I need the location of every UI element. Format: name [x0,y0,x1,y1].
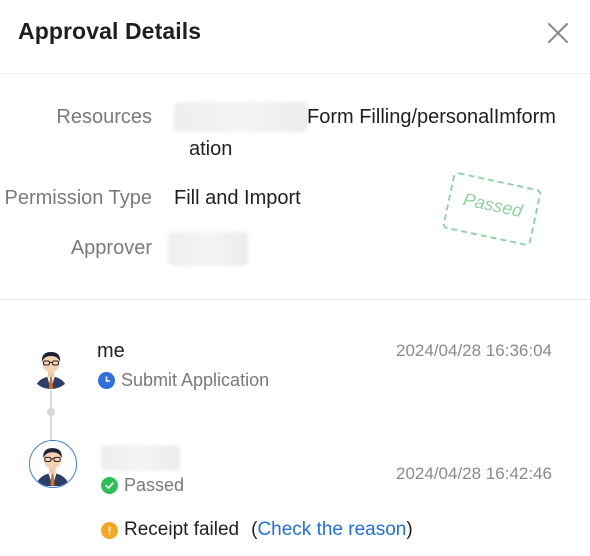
applicant-name: me [97,340,125,362]
redacted-approver-name [168,232,248,266]
approver-avatar [29,440,77,488]
approver-label: Approver [70,237,152,259]
dialog-title: Approval Details [18,18,202,44]
check-circle-icon [101,477,118,494]
redacted-resource-prefix [174,102,308,132]
check-reason-link[interactable]: Check the reason [257,519,406,541]
resources-value-line1: Form Filling/personalImform [307,106,556,128]
person-avatar-icon [29,345,73,389]
approval-status: Passed [101,475,184,496]
clock-icon [98,372,115,389]
approval-details-dialog: Approval Details Resources Form Filling/… [0,0,590,556]
resources-value-line2: ation [189,138,233,160]
close-icon[interactable] [545,20,571,46]
approval-timestamp: 2024/04/28 16:42:46 [396,464,552,483]
timeline-dot [47,408,55,416]
receipt-failed-text: Receipt failed [124,519,240,540]
submit-status-label: Submit Application [121,370,270,390]
warning-icon [101,521,118,539]
dialog-header: Approval Details [0,0,590,74]
resources-label: Resources [56,106,152,128]
close-paren: ) [406,519,413,540]
permission-type-label: Permission Type [4,187,152,209]
avatar [29,345,73,389]
permission-type-value: Fill and Import [174,187,301,209]
submit-timestamp: 2024/04/28 16:36:04 [396,341,552,360]
approval-timeline: me 2024/04/28 16:36:04 Submit Applicatio… [0,300,590,556]
redacted-approver-name [101,445,180,471]
timeline-connector [50,390,52,442]
submit-status: Submit Application [98,370,269,391]
person-avatar-icon [30,441,75,486]
receipt-status: Receipt failed (Check the reason) [101,519,413,541]
approval-status-label: Passed [124,475,185,495]
